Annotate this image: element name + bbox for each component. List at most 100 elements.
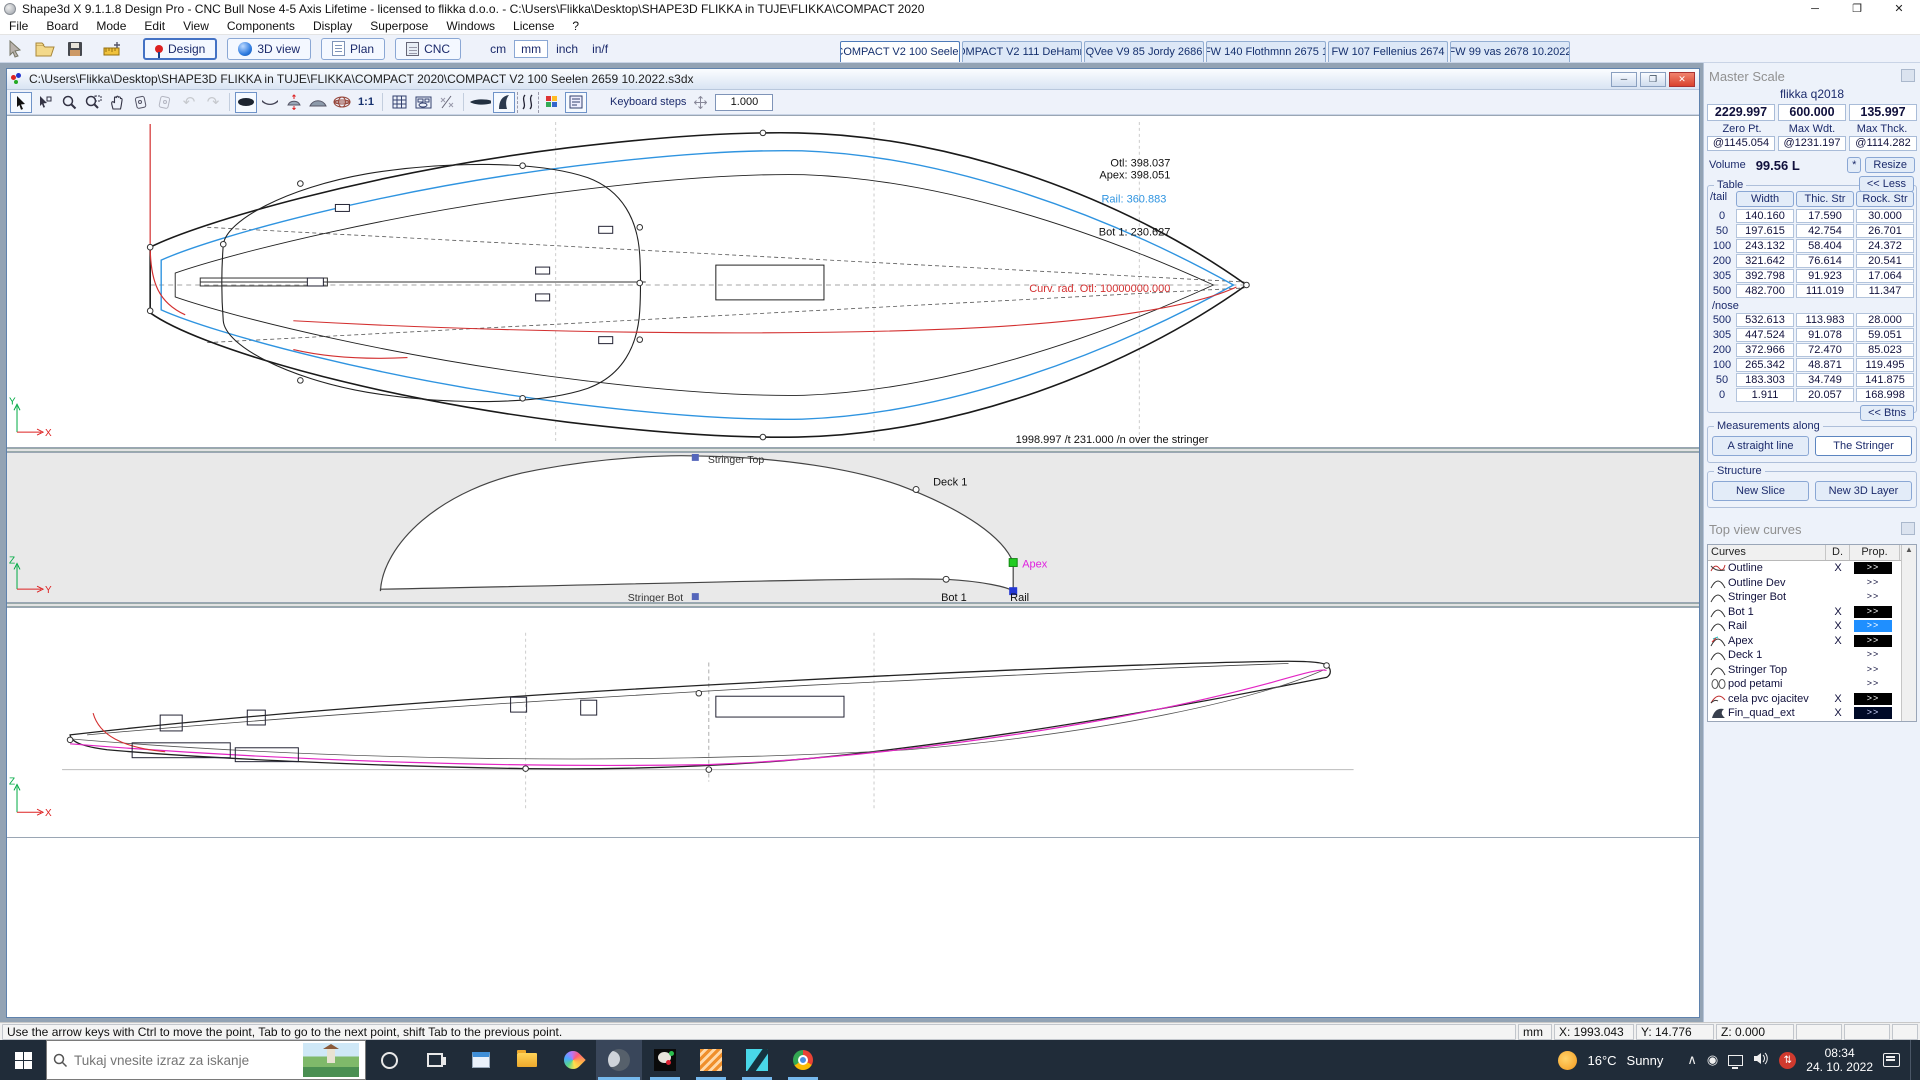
task-view-button[interactable] — [412, 1040, 458, 1080]
max-wdt-at[interactable]: @1231.197 — [1778, 136, 1846, 151]
curves-scrollbar[interactable]: ▲ — [1901, 545, 1916, 721]
redo-icon[interactable]: ↷ — [202, 92, 224, 113]
thickness-value[interactable]: 135.997 — [1849, 104, 1917, 121]
rocker-view-icon[interactable] — [259, 92, 281, 113]
undo-icon[interactable]: ↶ — [178, 92, 200, 113]
doc-minimize-button[interactable]: ─ — [1611, 72, 1637, 87]
curves-column-header[interactable]: Curves — [1708, 545, 1826, 560]
curve-name[interactable]: Bot 1 — [1728, 606, 1826, 618]
curve-name[interactable]: Fin_quad_ext — [1728, 707, 1826, 719]
table-cell[interactable]: 140.160 — [1736, 209, 1794, 223]
master-scale-collapse-button[interactable] — [1901, 69, 1915, 82]
menu-license[interactable]: License — [504, 19, 563, 33]
table-cell[interactable]: 168.998 — [1856, 388, 1914, 402]
rotate-ccw-icon[interactable] — [154, 92, 176, 113]
table-cell[interactable]: 28.000 — [1856, 313, 1914, 327]
design-mode-button[interactable]: Design — [143, 38, 217, 60]
new-slice-button[interactable]: New Slice — [1712, 481, 1809, 501]
board-tab[interactable]: QVee V9 85 Jordy 2686 — [1084, 41, 1204, 62]
close-button[interactable]: ✕ — [1878, 0, 1920, 18]
width-column-button[interactable]: Width — [1736, 191, 1794, 207]
properties-list-icon[interactable] — [565, 92, 587, 113]
the-stringer-button[interactable]: The Stringer — [1815, 436, 1912, 456]
resize-button[interactable]: Resize — [1865, 157, 1915, 173]
new-3d-layer-button[interactable]: New 3D Layer — [1815, 481, 1912, 501]
board-bottom-icon[interactable] — [469, 92, 491, 113]
search-highlight-image[interactable] — [303, 1043, 359, 1077]
curve-name[interactable]: Outline — [1728, 562, 1826, 574]
menu-components[interactable]: Components — [218, 19, 304, 33]
slice-view-drawing[interactable]: Stringer Top Deck 1 Apex Bot 1 Rail Stri… — [7, 453, 1699, 602]
grid-icon[interactable] — [388, 92, 410, 113]
measure-tool-icon[interactable] — [100, 38, 124, 60]
table-cell[interactable]: 532.613 — [1736, 313, 1794, 327]
curve-display-flag[interactable]: X — [1826, 635, 1850, 647]
board-tab[interactable]: COMPACT V2 100 Seelen — [840, 41, 960, 62]
curve-name[interactable]: Outline Dev — [1728, 577, 1826, 589]
menu--[interactable]: ? — [563, 19, 588, 33]
menu-superpose[interactable]: Superpose — [361, 19, 437, 33]
table-cell[interactable]: 59.051 — [1856, 328, 1914, 342]
paint3d-button[interactable] — [550, 1040, 596, 1080]
zero-pt-at[interactable]: @1145.054 — [1707, 136, 1775, 151]
document-titlebar[interactable]: C:\Users\Flikka\Desktop\SHAPE3D FLIKKA i… — [7, 69, 1699, 90]
table-cell[interactable]: 42.754 — [1796, 224, 1854, 238]
curve-properties-button[interactable]: >> — [1854, 678, 1892, 690]
board-tab[interactable]: FW 107 Fellenius 2674 — [1328, 41, 1448, 62]
table-cell[interactable]: 91.923 — [1796, 269, 1854, 283]
curve-properties-button[interactable]: >> — [1854, 591, 1892, 603]
curve-display-flag[interactable]: X — [1826, 707, 1850, 719]
curve-properties-button[interactable]: >> — [1854, 693, 1892, 705]
app-orange-button[interactable] — [688, 1040, 734, 1080]
max-thck-at[interactable]: @1114.282 — [1849, 136, 1917, 151]
file-explorer-button[interactable] — [504, 1040, 550, 1080]
weather-temp[interactable]: 16°C — [1587, 1053, 1616, 1068]
menu-file[interactable]: File — [0, 19, 37, 33]
thic-column-button[interactable]: Thic. Str — [1796, 191, 1854, 207]
start-button[interactable] — [0, 1040, 46, 1080]
curvature-icon[interactable] — [517, 92, 539, 113]
curve-name[interactable]: Stringer Bot — [1728, 591, 1826, 603]
table-cell[interactable]: 447.524 — [1736, 328, 1794, 342]
table-cell[interactable]: 26.701 — [1856, 224, 1914, 238]
network-icon[interactable] — [1728, 1055, 1743, 1066]
table-cell[interactable]: 58.404 — [1796, 239, 1854, 253]
table-cell[interactable]: 34.749 — [1796, 373, 1854, 387]
search-input[interactable] — [74, 1053, 297, 1068]
app-window-button[interactable] — [458, 1040, 504, 1080]
outline-view-icon[interactable] — [235, 92, 257, 113]
table-cell[interactable]: 372.966 — [1736, 343, 1794, 357]
doc-close-button[interactable]: ✕ — [1669, 72, 1695, 87]
zoom-window-icon[interactable] — [82, 92, 104, 113]
board-tab[interactable]: COMPACT V2 111 DeHamme — [962, 41, 1082, 62]
curve-name[interactable]: Rail — [1728, 620, 1826, 632]
table-cell[interactable]: 17.590 — [1796, 209, 1854, 223]
curves-collapse-button[interactable] — [1901, 522, 1915, 535]
menu-view[interactable]: View — [174, 19, 218, 33]
chrome-button[interactable] — [780, 1040, 826, 1080]
taskbar-search[interactable] — [46, 1040, 366, 1080]
table-cell[interactable]: 72.470 — [1796, 343, 1854, 357]
keyboard-steps-input[interactable]: 1.000 — [715, 94, 773, 111]
unit-inf[interactable]: in/f — [586, 41, 614, 57]
curve-name[interactable]: Apex — [1728, 635, 1826, 647]
board-tab[interactable]: FW 140 Flothmnn 2675 1 — [1206, 41, 1326, 62]
sync-badge-icon[interactable]: ⇅ — [1779, 1052, 1796, 1069]
width-value[interactable]: 600.000 — [1778, 104, 1846, 121]
slice-apex-icon[interactable] — [283, 92, 305, 113]
table-cell[interactable]: 91.078 — [1796, 328, 1854, 342]
board-tab[interactable]: FW 99 vas 2678 10.2022 — [1450, 41, 1570, 62]
table-cell[interactable]: 20.057 — [1796, 388, 1854, 402]
weather-sun-icon[interactable] — [1558, 1051, 1577, 1070]
pan-hand-icon[interactable] — [106, 92, 128, 113]
minimize-button[interactable]: ─ — [1794, 0, 1836, 18]
slice-view-panel[interactable]: Stringer Top Deck 1 Apex Bot 1 Rail Stri… — [7, 452, 1699, 603]
table-cell[interactable]: 17.064 — [1856, 269, 1914, 283]
rotate-cw-icon[interactable] — [130, 92, 152, 113]
3d-view-button[interactable]: 3D view — [227, 38, 311, 60]
pointer-tool-icon[interactable] — [3, 38, 27, 60]
colors-icon[interactable] — [541, 92, 563, 113]
table-cell[interactable]: 141.875 — [1856, 373, 1914, 387]
table-cell[interactable]: 113.983 — [1796, 313, 1854, 327]
wireframe-globe-icon[interactable] — [331, 92, 353, 113]
